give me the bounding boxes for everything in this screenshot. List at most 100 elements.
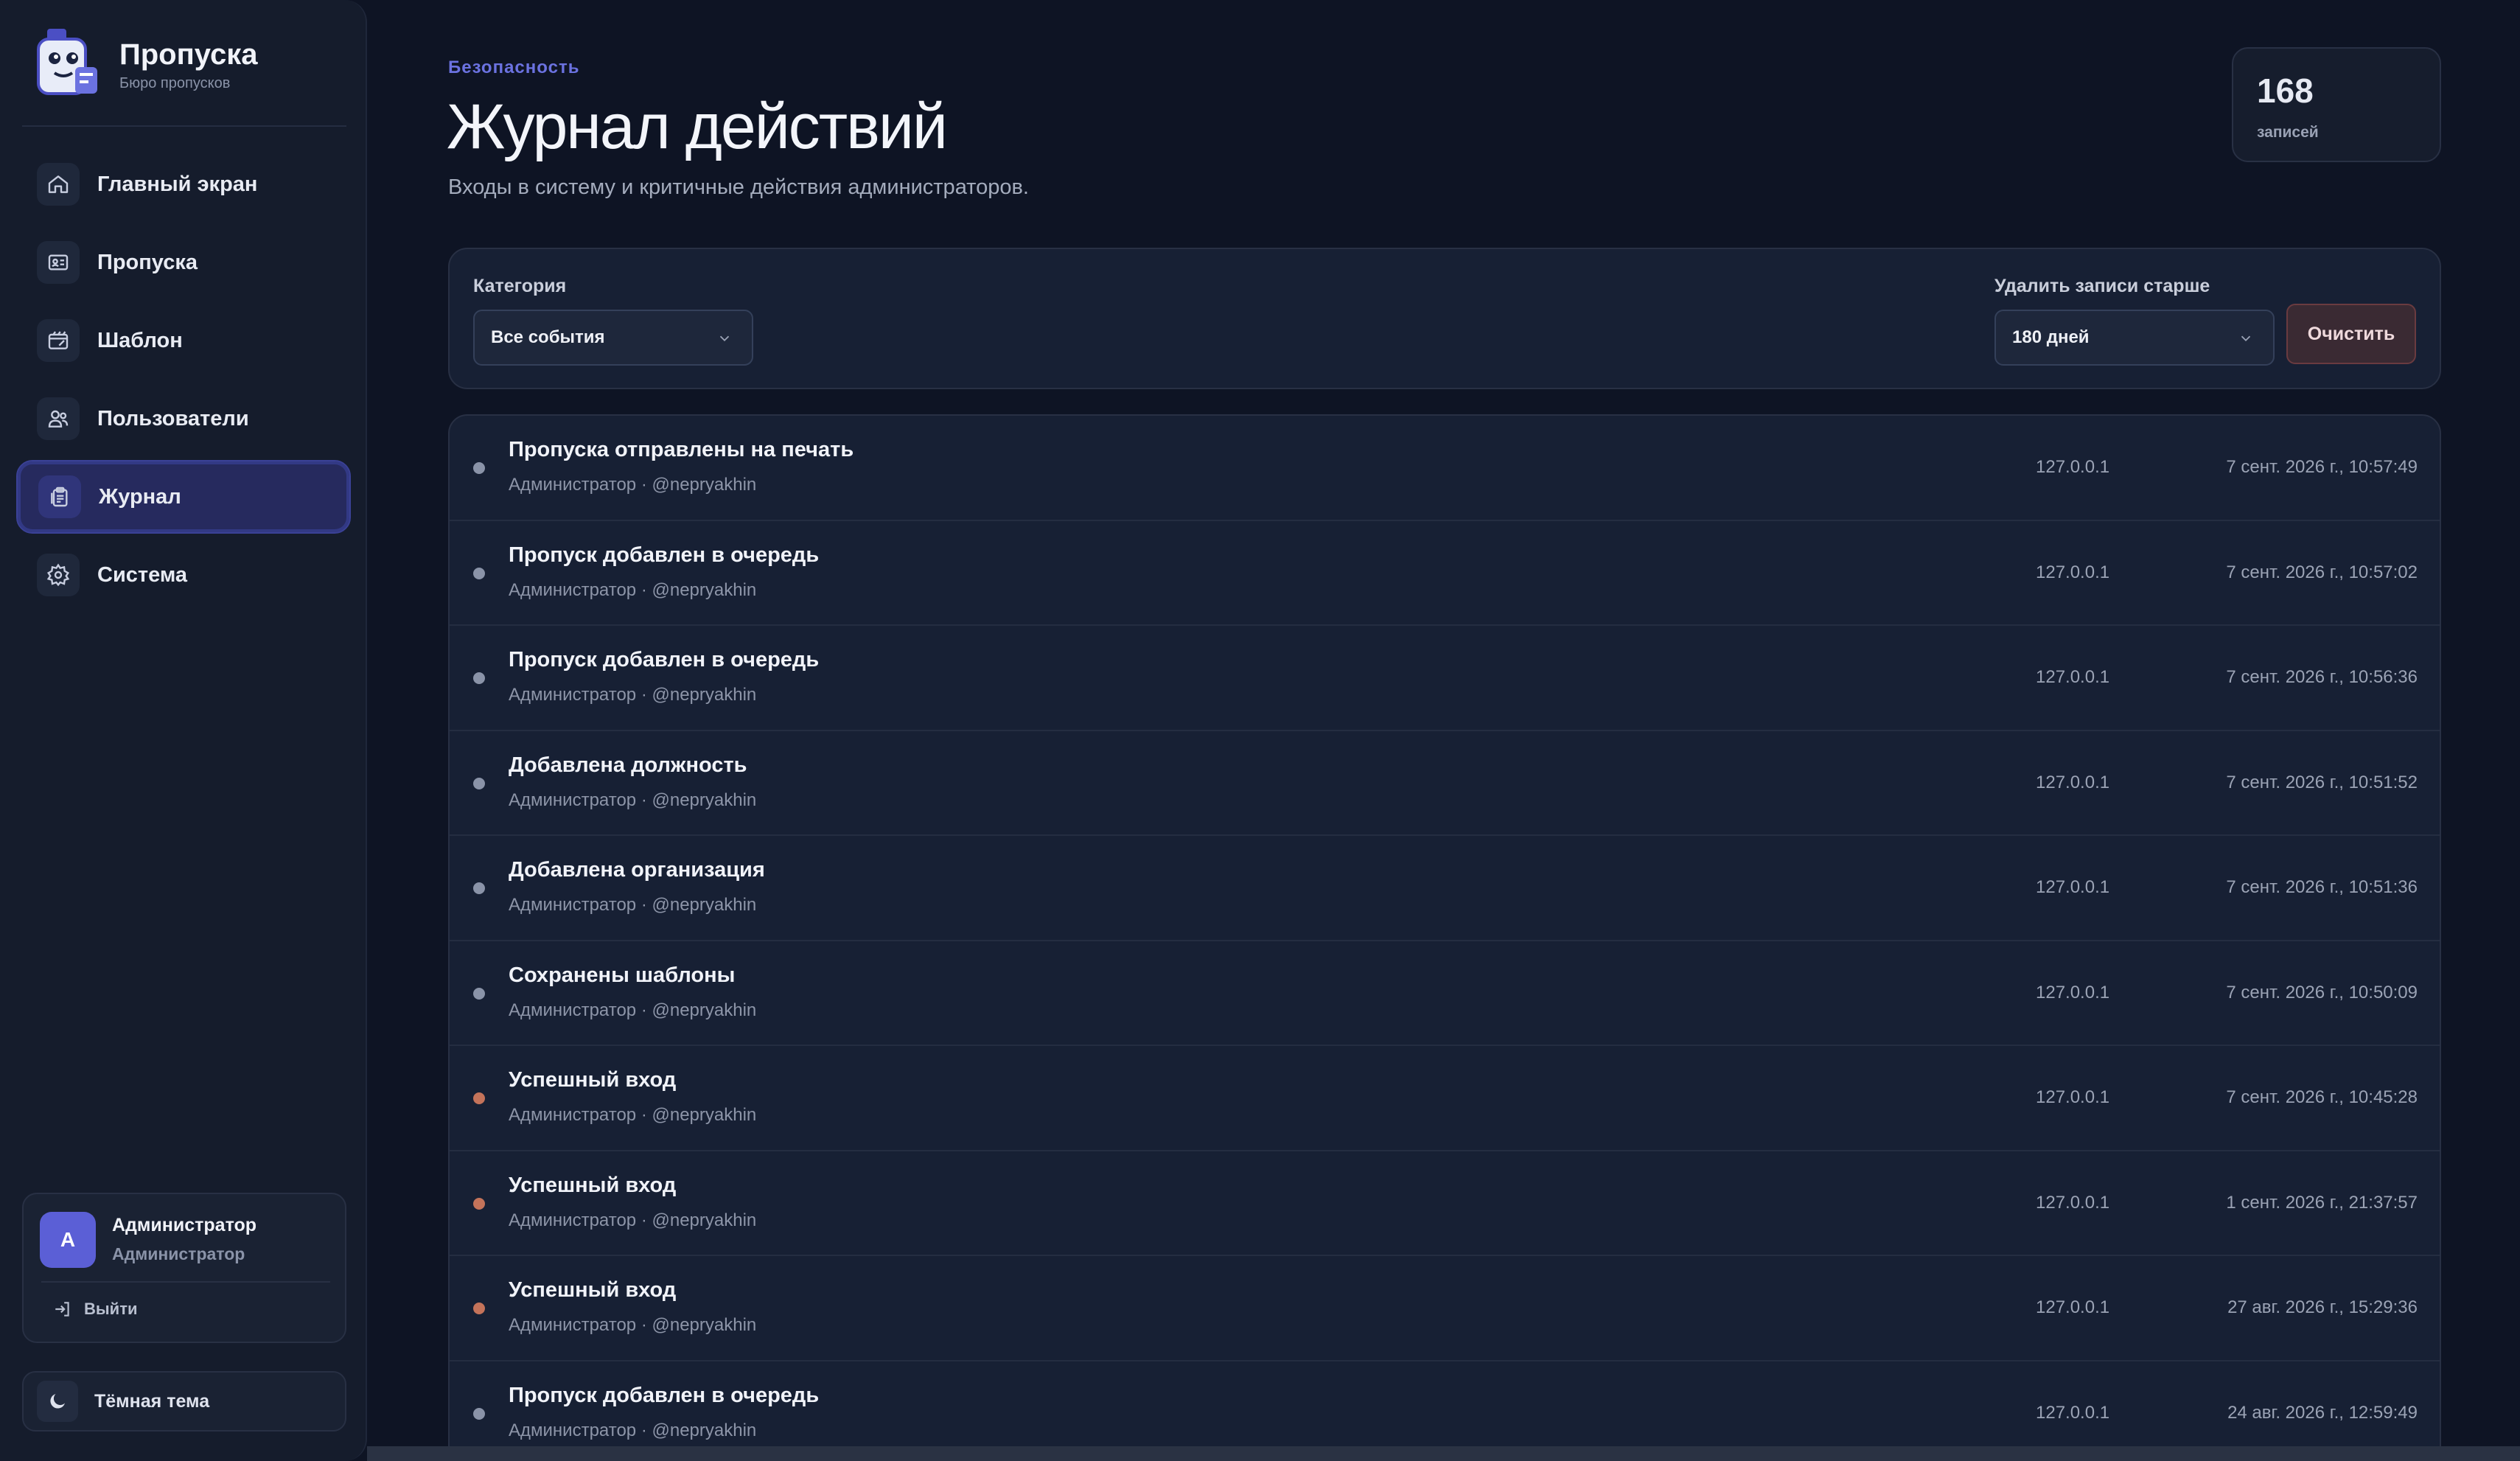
log-time: 7 сент. 2026 г., 10:45:28 — [2226, 1087, 2418, 1107]
log-ip: 127.0.0.1 — [2036, 1402, 2110, 1423]
status-dot-icon — [473, 672, 485, 684]
log-row[interactable]: Пропуска отправлены на печать Администрат… — [450, 416, 2440, 521]
log-row[interactable]: Успешный вход Администратор · @nepryakhin… — [450, 1256, 2440, 1361]
app: Пропуска Бюро пропусков Главный экран Пр… — [0, 0, 2520, 1461]
sidebar-item-label: Система — [97, 562, 188, 587]
sidebar-item-label: Пользователи — [97, 406, 249, 430]
sidebar-item-template[interactable]: Шаблон — [16, 304, 351, 377]
sidebar-item-passes[interactable]: Пропуска — [16, 226, 351, 299]
log-time: 7 сент. 2026 г., 10:57:49 — [2226, 457, 2418, 477]
chevron-down-icon — [2241, 335, 2251, 342]
log-user: Администратор · @nepryakhin — [509, 1210, 757, 1230]
status-dot-icon — [473, 462, 485, 474]
user-role: Администратор — [112, 1244, 245, 1263]
sidebar-item-users[interactable]: Пользователи — [16, 382, 351, 456]
log-user: Администратор · @nepryakhin — [509, 789, 757, 810]
page-subtitle: Входы в систему и критичные действия адм… — [448, 175, 1029, 199]
horizontal-scrollbar[interactable] — [367, 1446, 2520, 1461]
log-time: 7 сент. 2026 г., 10:51:52 — [2226, 772, 2418, 792]
clipboard-icon — [38, 475, 81, 518]
log-row[interactable]: Добавлена должность Администратор · @nepr… — [450, 731, 2440, 836]
retention-select-value: 180 дней — [2012, 327, 2090, 347]
log-row[interactable]: Сохранены шаблоны Администратор · @neprya… — [450, 941, 2440, 1046]
log-title: Пропуск добавлен в очередь — [509, 1383, 820, 1407]
log-title: Пропуска отправлены на печать — [509, 438, 854, 461]
record-count-value: 168 — [2257, 72, 2314, 110]
log-title: Сохранены шаблоны — [509, 963, 736, 987]
sidebar-nav: Главный экран Пропуска Шаблон Пользовате… — [16, 147, 351, 616]
category-select-value: Все события — [491, 327, 605, 347]
log-row[interactable]: Пропуск добавлен в очередь Администратор … — [450, 521, 2440, 626]
log-row[interactable]: Добавлена организация Администратор · @ne… — [450, 836, 2440, 941]
retention-select[interactable]: 180 дней — [1994, 310, 2275, 366]
record-count-label: записей — [2257, 124, 2319, 141]
status-dot-icon — [473, 882, 485, 894]
log-title: Добавлена организация — [509, 858, 765, 882]
status-dot-icon — [473, 1407, 485, 1420]
log-row[interactable]: Пропуск добавлен в очередь Администратор … — [450, 626, 2440, 731]
log-time: 7 сент. 2026 г., 10:51:36 — [2226, 877, 2418, 897]
log-user: Администратор · @nepryakhin — [509, 895, 757, 915]
sidebar-item-label: Шаблон — [97, 328, 183, 352]
log-user: Администратор · @nepryakhin — [509, 1420, 757, 1440]
log-row[interactable]: Успешный вход Администратор · @nepryakhin… — [450, 1046, 2440, 1151]
log-ip: 127.0.0.1 — [2036, 1087, 2110, 1107]
filter-panel: Категория Все события Удалить записи ста… — [448, 248, 2441, 389]
logout-button[interactable]: Выйти — [53, 1293, 138, 1325]
logout-label: Выйти — [84, 1300, 138, 1318]
log-title: Добавлена должность — [509, 753, 747, 777]
log-time: 24 авг. 2026 г., 12:59:49 — [2227, 1402, 2418, 1423]
category-label: Категория — [473, 276, 567, 296]
sidebar-item-journal[interactable]: Журнал — [16, 460, 351, 534]
status-dot-icon — [473, 777, 485, 789]
sidebar-item-system[interactable]: Система — [16, 538, 351, 612]
log-title: Пропуск добавлен в очередь — [509, 543, 820, 567]
log-ip: 127.0.0.1 — [2036, 877, 2110, 897]
avatar: A — [40, 1212, 96, 1268]
status-dot-icon — [473, 1303, 485, 1314]
id-card-icon — [37, 241, 80, 284]
log-title: Пропуск добавлен в очередь — [509, 648, 820, 672]
brand-subtitle: Бюро пропусков — [119, 74, 231, 91]
sidebar: Пропуска Бюро пропусков Главный экран Пр… — [0, 0, 367, 1461]
log-title: Успешный вход — [509, 1068, 677, 1092]
logout-icon — [55, 1302, 69, 1317]
status-dot-icon — [473, 1197, 485, 1210]
clear-button[interactable]: Очистить — [2286, 304, 2416, 364]
brand[interactable]: Пропуска Бюро пропусков — [32, 24, 258, 105]
log-user: Администратор · @nepryakhin — [509, 1105, 757, 1125]
log-time: 7 сент. 2026 г., 10:50:09 — [2226, 982, 2418, 1003]
divider — [41, 1281, 330, 1283]
category-select[interactable]: Все события — [473, 310, 753, 366]
user-card: A Администратор Администратор Выйти — [22, 1193, 346, 1343]
log-ip: 127.0.0.1 — [2036, 667, 2110, 687]
log-ip: 127.0.0.1 — [2036, 562, 2110, 582]
log-time: 1 сент. 2026 г., 21:37:57 — [2226, 1192, 2418, 1213]
home-icon — [37, 163, 80, 206]
chevron-down-icon — [719, 335, 730, 342]
log-ip: 127.0.0.1 — [2036, 772, 2110, 792]
log-row[interactable]: Успешный вход Администратор · @nepryakhin… — [450, 1151, 2440, 1256]
log-user: Администратор · @nepryakhin — [509, 685, 757, 705]
log-user: Администратор · @nepryakhin — [509, 1000, 757, 1020]
log-time: 27 авг. 2026 г., 15:29:36 — [2227, 1297, 2418, 1317]
template-icon — [37, 319, 80, 362]
users-icon — [37, 397, 80, 440]
sidebar-item-label: Журнал — [99, 484, 181, 509]
theme-toggle-label: Тёмная тема — [94, 1390, 210, 1412]
theme-toggle[interactable]: Тёмная тема — [22, 1371, 346, 1432]
status-dot-icon — [473, 987, 485, 1000]
log-ip: 127.0.0.1 — [2036, 1297, 2110, 1317]
user-name: Администратор — [112, 1215, 257, 1235]
log-user: Администратор · @nepryakhin — [509, 1315, 757, 1335]
log-time: 7 сент. 2026 г., 10:56:36 — [2226, 667, 2418, 687]
moon-icon — [37, 1381, 78, 1422]
sidebar-item-home[interactable]: Главный экран — [16, 147, 351, 221]
mascot-logo-icon — [37, 29, 97, 95]
sidebar-item-label: Главный экран — [97, 172, 258, 196]
log-user: Администратор · @nepryakhin — [509, 579, 757, 600]
gear-icon — [37, 554, 80, 596]
log-list: Пропуска отправлены на печать Администрат… — [448, 414, 2441, 1461]
page-eyebrow: Безопасность — [448, 57, 580, 77]
status-dot-icon — [473, 567, 485, 579]
